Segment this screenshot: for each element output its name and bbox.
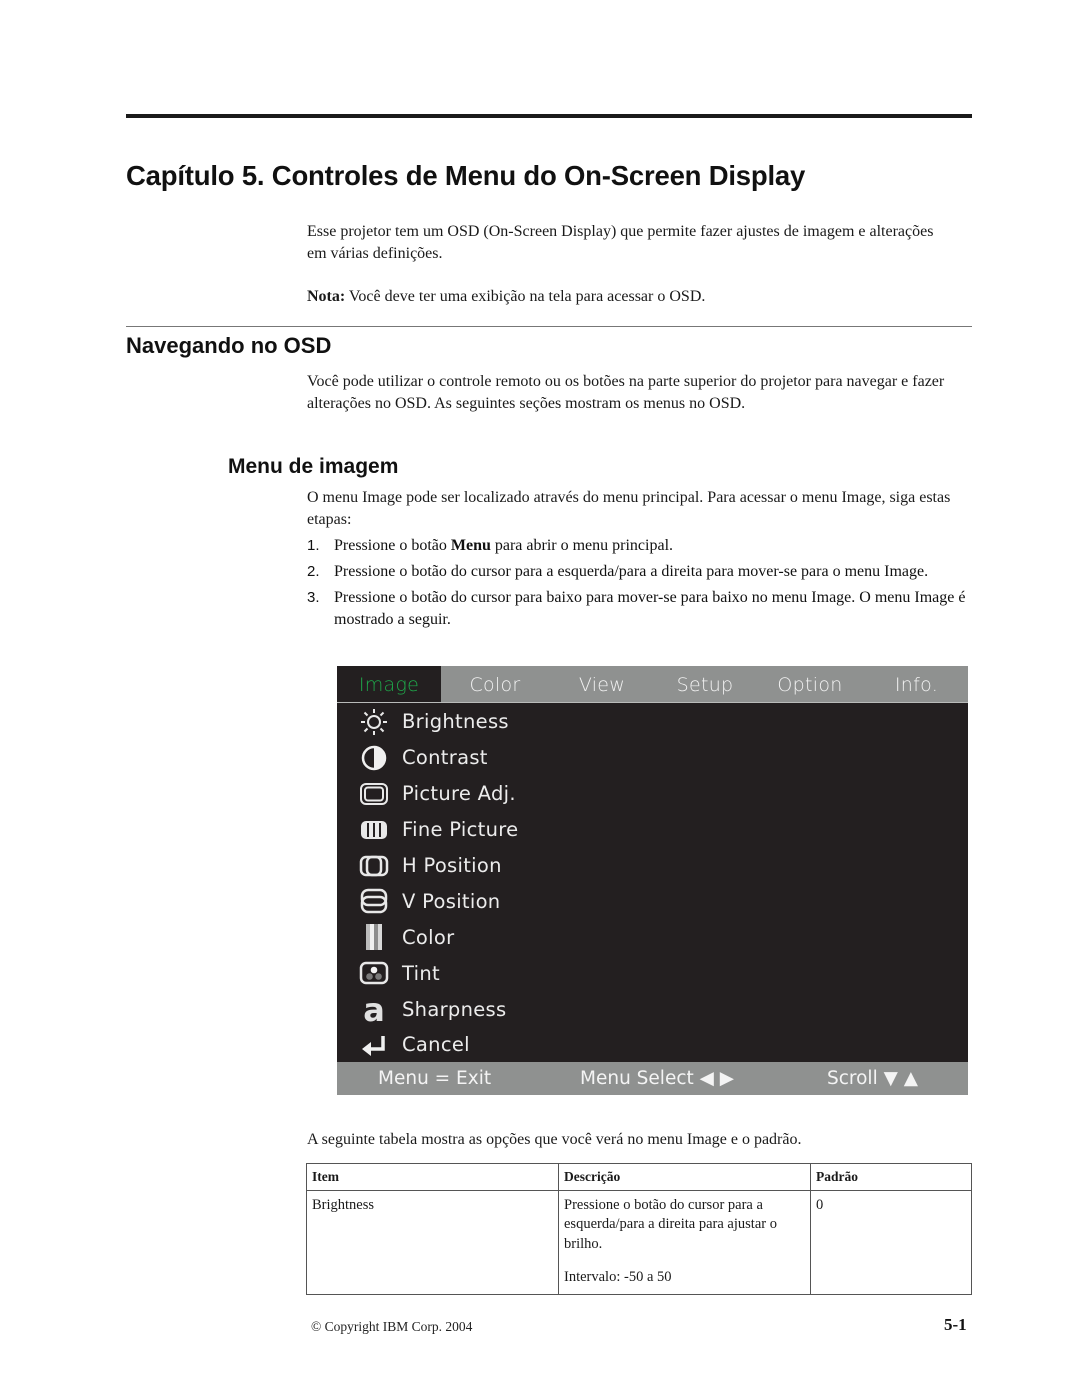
bars-icon [359, 815, 389, 845]
osd-tab-view[interactable]: View [549, 666, 655, 702]
osd-item-label: Sharpness [402, 997, 507, 1021]
step-text: Pressione o botão [334, 537, 451, 554]
osd-item-fine-picture[interactable]: Fine Picture [359, 812, 518, 848]
osd-image-menu: Image Color View Setup Option Info. Brig… [337, 666, 968, 1095]
osd-tab-info[interactable]: Info. [865, 666, 968, 702]
h-position-icon [359, 851, 389, 881]
osd-item-h-position[interactable]: H Position [359, 848, 518, 884]
v-position-icon [359, 886, 389, 916]
tint-icon [359, 958, 389, 988]
step-text: Pressione o botão do cursor para a esque… [334, 563, 929, 580]
step-text: para abrir o menu principal. [490, 537, 674, 554]
description-text: Pressione o botão do cursor para a esque… [564, 1196, 777, 1252]
osd-item-label: Cancel [402, 1033, 470, 1057]
image-options-table: Item Descrição Padrão Brightness Pressio… [306, 1163, 972, 1295]
step-bold-text: Menu [450, 537, 491, 554]
cell-item: Brightness [306, 1189, 559, 1295]
subsection-text: O menu Image pode ser localizado através… [307, 489, 951, 528]
osd-item-picture-adj[interactable]: Picture Adj. [359, 776, 518, 812]
section-rule [126, 326, 972, 327]
osd-tab-bar: Image Color View Setup Option Info. [337, 666, 968, 703]
sun-icon [359, 707, 389, 737]
osd-tab-setup[interactable]: Setup [655, 666, 755, 702]
osd-item-label: Fine Picture [402, 818, 519, 842]
osd-item-label: Tint [402, 961, 440, 985]
range-text: Intervalo: -50 a 50 [564, 1269, 672, 1285]
step-item: 3. Pressione o botão do cursor para baix… [307, 587, 972, 630]
osd-item-color[interactable]: Color [359, 919, 518, 955]
cell-description: Pressione o botão do cursor para a esque… [558, 1189, 811, 1295]
osd-scroll-hint: Scroll ▼ ▲ [827, 1068, 918, 1089]
page-number: 5-1 [944, 1315, 967, 1334]
osd-tab-color[interactable]: Color [441, 666, 549, 702]
step-number: 2. [307, 563, 320, 580]
osd-select-hint: Menu Select ◀ ▶ [580, 1068, 734, 1089]
sharpness-icon: a [359, 994, 389, 1024]
screen-icon [359, 779, 389, 809]
table-row: Brightness Pressione o botão do cursor p… [306, 1189, 972, 1295]
chapter-intro: Esse projetor tem um OSD (On-Screen Disp… [307, 223, 934, 262]
section-title: Navegando no OSD [126, 333, 332, 358]
osd-item-label: Color [402, 925, 455, 949]
osd-item-sharpness[interactable]: a Sharpness [359, 991, 518, 1027]
osd-item-label: V Position [402, 889, 501, 913]
step-item: 1. Pressione o botão Menu para abrir o m… [307, 535, 972, 557]
osd-item-v-position[interactable]: V Position [359, 883, 518, 919]
osd-item-contrast[interactable]: Contrast [359, 740, 518, 776]
contrast-icon [359, 743, 389, 773]
section-text: Você pode utilizar o controle remoto ou … [307, 373, 945, 412]
osd-tab-image[interactable]: Image [337, 666, 441, 702]
osd-tab-option[interactable]: Option [755, 666, 865, 702]
osd-item-cancel[interactable]: Cancel [359, 1027, 518, 1063]
osd-item-label: Picture Adj. [402, 782, 516, 806]
table-intro: A seguinte tabela mostra as opções que v… [307, 1131, 802, 1148]
return-icon [359, 1030, 389, 1060]
osd-item-brightness[interactable]: Brightness [359, 704, 518, 740]
note: Nota: Você deve ter uma exibição na tela… [307, 286, 947, 308]
color-bars-icon [359, 922, 389, 952]
step-number: 3. [307, 589, 320, 606]
chapter-title: Capítulo 5. Controles de Menu do On-Scre… [126, 160, 806, 191]
osd-item-label: H Position [402, 854, 502, 877]
svg-text:a: a [363, 994, 385, 1024]
osd-item-list: Brightness Contrast Picture Adj. Fine Pi… [359, 704, 518, 1063]
note-label: Nota: [307, 288, 346, 305]
cell-default: 0 [810, 1189, 972, 1295]
osd-item-label: Contrast [402, 746, 488, 770]
osd-exit-hint: Menu = Exit [378, 1068, 492, 1089]
step-text: Pressione o botão do cursor para baixo p… [334, 589, 966, 628]
header-description: Descrição [558, 1163, 811, 1191]
step-number: 1. [307, 537, 320, 554]
chapter-top-rule [126, 114, 972, 118]
subsection-title: Menu de imagem [228, 455, 399, 478]
osd-item-label: Brightness [402, 710, 509, 734]
osd-item-tint[interactable]: Tint [359, 955, 518, 991]
copyright: © Copyright IBM Corp. 2004 [311, 1319, 473, 1334]
step-item: 2. Pressione o botão do cursor para a es… [307, 561, 972, 583]
note-text: Você deve ter uma exibição na tela para … [345, 288, 706, 305]
header-item: Item [306, 1163, 559, 1191]
osd-footer-bar: Menu = Exit Menu Select ◀ ▶ Scroll ▼ ▲ [337, 1062, 968, 1095]
header-default: Padrão [810, 1163, 972, 1191]
steps-list: 1. Pressione o botão Menu para abrir o m… [307, 535, 972, 635]
table-header-row: Item Descrição Padrão [306, 1163, 972, 1191]
